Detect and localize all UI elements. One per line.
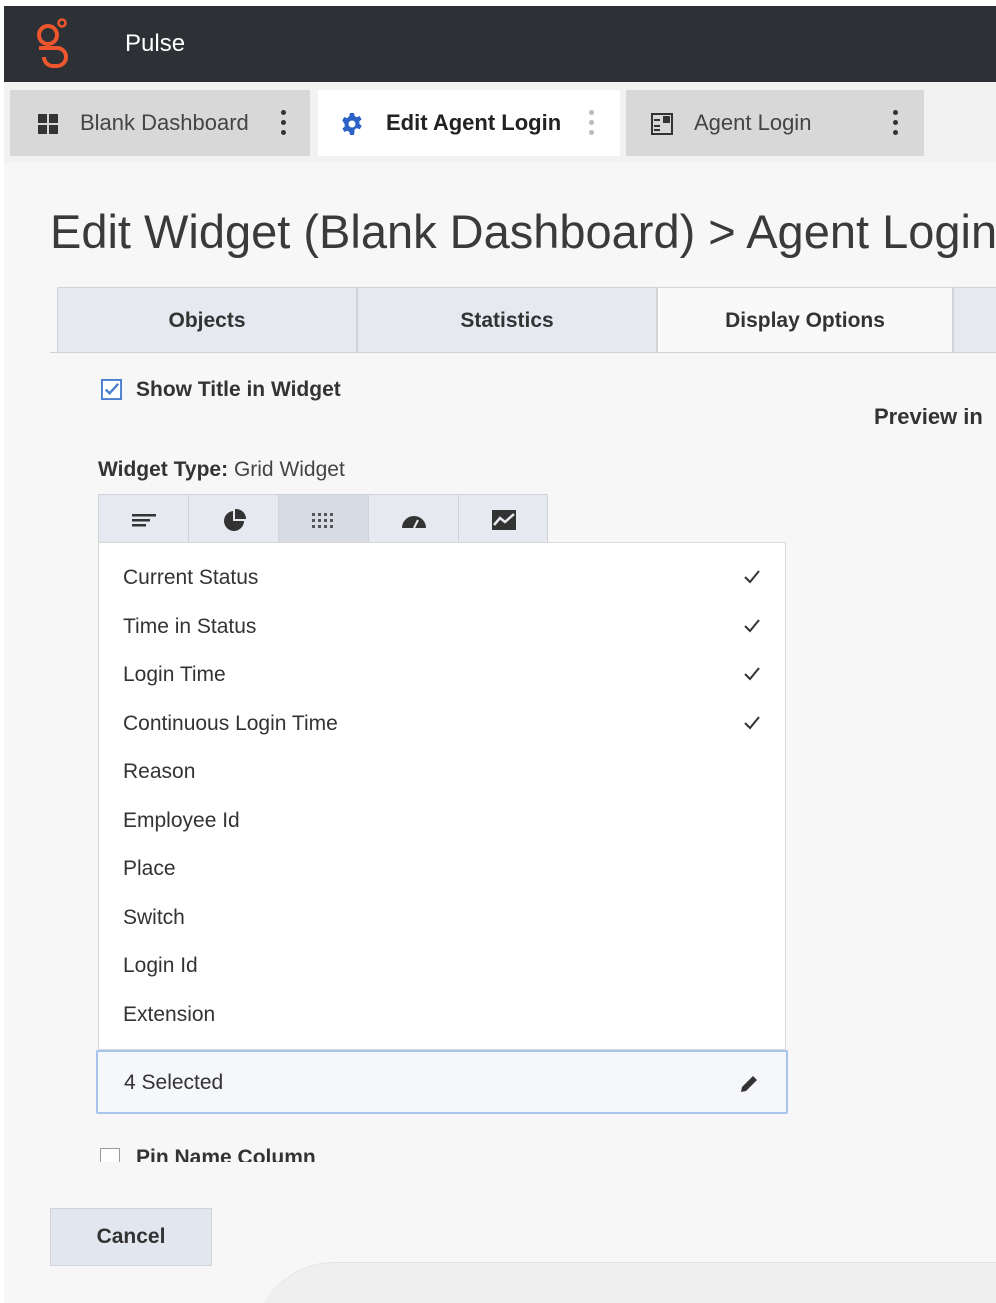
- app-title: Pulse: [125, 30, 186, 57]
- tab-edit-agent-login[interactable]: Edit Agent Login: [318, 90, 620, 156]
- show-title-label[interactable]: Show Title in Widget: [136, 378, 341, 402]
- list-item[interactable]: Login Id: [99, 941, 785, 989]
- tab-divider: [50, 352, 996, 353]
- tab-label: Agent Login: [694, 110, 812, 135]
- list-item-label: Reason: [123, 760, 196, 783]
- gauge-icon: [402, 516, 426, 529]
- tab-label: Edit Agent Login: [386, 110, 562, 135]
- list-item-label: Login Time: [123, 663, 226, 686]
- list-item[interactable]: Time in Status: [99, 602, 785, 650]
- pin-name-checkbox[interactable]: [100, 1148, 120, 1162]
- pencil-icon[interactable]: [738, 1073, 760, 1095]
- gear-icon: [342, 113, 362, 135]
- widget-type-label: Widget Type:: [98, 458, 229, 481]
- list-item-label: Continuous Login Time: [123, 712, 338, 735]
- grid-dots-icon: [312, 513, 333, 528]
- tab-overflow[interactable]: [953, 287, 996, 353]
- more-options-icon[interactable]: [892, 110, 898, 138]
- widget-type-gauge-button[interactable]: [369, 495, 459, 544]
- list-item-label: Switch: [123, 906, 185, 929]
- tab-display-options[interactable]: Display Options: [657, 287, 953, 353]
- line-chart-icon: [492, 510, 516, 530]
- list-item[interactable]: Place: [99, 844, 785, 892]
- checkmark-icon: [744, 570, 760, 584]
- more-options-icon[interactable]: [588, 110, 594, 138]
- list-icon: [132, 514, 156, 527]
- more-options-icon[interactable]: [280, 110, 286, 138]
- list-item[interactable]: Extension: [99, 990, 785, 1038]
- list-item-label: Extension: [123, 1003, 216, 1026]
- list-item[interactable]: Current Status: [99, 553, 785, 601]
- decorative-footer-shape: [254, 1262, 996, 1303]
- pie-chart-icon: [224, 508, 247, 531]
- list-item-label: Employee Id: [123, 809, 240, 832]
- widget-icon: [651, 113, 673, 135]
- pin-name-label[interactable]: Pin Name Column: [136, 1146, 316, 1162]
- widget-type-list-button[interactable]: [99, 495, 189, 544]
- list-item-label: Time in Status: [123, 615, 257, 638]
- tab-blank-dashboard[interactable]: Blank Dashboard: [10, 90, 310, 156]
- widget-type-selector: [98, 494, 548, 544]
- tab-agent-login[interactable]: Agent Login: [626, 90, 924, 156]
- widget-type-value: Grid Widget: [233, 458, 345, 481]
- pin-name-column-option[interactable]: Pin Name Column: [98, 1144, 498, 1162]
- checkmark-icon: [744, 619, 760, 633]
- preview-heading: Preview in: [874, 404, 983, 429]
- genesys-logo-icon: [37, 18, 68, 68]
- checkmark-icon: [744, 667, 760, 681]
- list-item[interactable]: Switch: [99, 893, 785, 941]
- list-item[interactable]: Employee Id: [99, 796, 785, 844]
- cancel-button[interactable]: Cancel: [50, 1208, 212, 1266]
- list-item-label: Current Status: [123, 566, 259, 589]
- selected-count: 4 Selected: [124, 1071, 224, 1094]
- checkmark-icon: [744, 716, 760, 730]
- dashboard-tab-bar: Blank Dashboard Edit Agent Login Agent L…: [4, 82, 996, 162]
- widget-type: Widget Type: Grid Widget: [98, 458, 345, 482]
- widget-type-grid-button[interactable]: [279, 495, 369, 544]
- tab-statistics[interactable]: Statistics: [357, 287, 657, 353]
- list-item-label: Login Id: [123, 954, 198, 977]
- list-item-label: Place: [123, 857, 176, 880]
- list-item[interactable]: Reason: [99, 747, 785, 795]
- tab-objects[interactable]: Objects: [57, 287, 357, 353]
- column-select-field[interactable]: 4 Selected: [96, 1050, 788, 1114]
- tab-label: Blank Dashboard: [80, 110, 249, 135]
- app-frame: Pulse Blank Dashboard Edit Agent Login A…: [4, 6, 996, 1303]
- page-title: Edit Widget (Blank Dashboard) > Agent Lo…: [50, 205, 996, 258]
- list-item[interactable]: Continuous Login Time: [99, 699, 785, 747]
- grid-icon: [38, 114, 58, 134]
- top-bar: Pulse: [4, 6, 996, 82]
- column-selection-list: Current Status Time in Status Login Time…: [98, 542, 786, 1050]
- list-item[interactable]: Login Time: [99, 650, 785, 698]
- widget-type-pie-button[interactable]: [189, 495, 279, 544]
- show-title-checkbox[interactable]: [101, 379, 122, 400]
- widget-type-line-button[interactable]: [459, 495, 549, 544]
